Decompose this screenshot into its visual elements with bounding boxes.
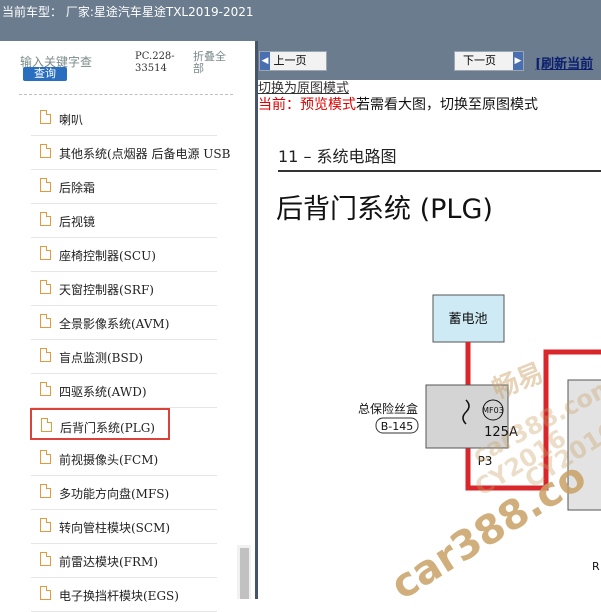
document-icon	[40, 484, 51, 498]
document-icon	[40, 280, 51, 294]
pc-code: PC.228-33514	[135, 51, 175, 74]
fuse-id: MF03	[482, 406, 504, 415]
tree-item[interactable]: 喇叭	[31, 102, 217, 136]
prev-page-label: 上一页	[273, 54, 307, 67]
fusebox-code: B-145	[381, 420, 414, 433]
document-icon	[40, 144, 51, 158]
tree-item[interactable]: 后除霜	[31, 170, 217, 204]
tree-item[interactable]: 全景影像系统(AVM)	[31, 306, 217, 340]
tree-item[interactable]: 天窗控制器(SRF)	[31, 272, 217, 306]
tree-item-label: 全景影像系统(AVM)	[59, 317, 170, 331]
tree-item[interactable]: 前雷达模块(FRM)	[31, 544, 217, 578]
document-icon	[40, 586, 51, 600]
battery-label: 蓄电池	[448, 312, 487, 327]
document-icon	[40, 348, 51, 362]
fusebox-label: 总保险丝盒	[358, 401, 418, 416]
tree-item-label: 天窗控制器(SRF)	[59, 283, 154, 297]
tree-item[interactable]: 转向管柱模块(SCM)	[31, 510, 217, 544]
document-icon	[40, 246, 51, 260]
tree-item-label: 其他系统(点烟器 后备电源 USB	[59, 147, 231, 161]
next-page-label: 下一页	[463, 54, 496, 67]
tree-item-label: 喇叭	[59, 113, 84, 127]
prev-page-button[interactable]: ◀ 上一页	[259, 51, 327, 71]
sidebar-scroll-thumb[interactable]	[240, 548, 249, 599]
tree-item-label: 转向管柱模块(SCM)	[59, 521, 171, 535]
tree-item[interactable]: 前视摄像头(FCM)	[31, 442, 217, 476]
tree-item-label: 电子换挡杆模块(EGS)	[59, 589, 179, 603]
tree-item-label: 后除霜	[59, 181, 96, 195]
refresh-link[interactable]: [刷新当前	[535, 53, 593, 72]
document-icon	[40, 178, 51, 192]
tree-item-label: 盲点监测(BSD)	[59, 351, 144, 365]
collapse-all-button[interactable]: 折叠全部	[193, 51, 233, 75]
document-icon	[40, 552, 51, 566]
arrow-right-icon: ▶	[513, 52, 523, 70]
tree-item[interactable]: 多功能方向盘(MFS)	[31, 476, 217, 510]
tree-item-label: 后视镜	[59, 215, 96, 229]
circuit-diagram: 蓄电池 MF03 125A P3 总保险丝盒 B-145 R	[358, 294, 601, 573]
tree-item-label: 多功能方向盘(MFS)	[59, 487, 170, 501]
next-page-button[interactable]: 下一页 ▶	[454, 51, 524, 71]
document-view: 切换为原图模式 当前：预览模式若需看大图，切换至原图模式 11 – 系统电路图 …	[258, 80, 601, 599]
tree-item[interactable]: 电子换挡杆模块(EGS)	[31, 578, 217, 612]
tree-item-label: 四驱系统(AWD)	[59, 385, 147, 399]
document-icon	[40, 450, 51, 464]
tree-item[interactable]: 盲点监测(BSD)	[31, 340, 217, 374]
tree-item-label: 前雷达模块(FRM)	[59, 555, 159, 569]
tree-item[interactable]: 后视镜	[31, 204, 217, 238]
tree-item[interactable]: 座椅控制器(SCU)	[31, 238, 217, 272]
tree-item[interactable]: 其他系统(点烟器 后备电源 USB	[31, 136, 230, 170]
document-icon	[40, 110, 51, 124]
document-icon	[40, 382, 51, 396]
edge-letter: R	[592, 560, 600, 573]
window-titlebar: 当前车型： 厂家:星途汽车星途TXL2019-2021	[0, 0, 601, 41]
tree-item-label: 座椅控制器(SCU)	[59, 249, 156, 263]
document-icon	[40, 212, 51, 226]
window-title: 当前车型： 厂家:星途汽车星途TXL2019-2021	[2, 5, 254, 19]
tree-item-label: 前视摄像头(FCM)	[59, 453, 159, 467]
search-button[interactable]: 查询	[23, 67, 67, 81]
document-icon	[40, 314, 51, 328]
tree-item-label: 后背门系统(PLG)	[60, 421, 155, 435]
tree-item[interactable]: 四驱系统(AWD)	[31, 374, 217, 408]
page-toolbar: ◀ 上一页 下一页 ▶ [刷新当前	[258, 41, 601, 80]
document-icon	[40, 518, 51, 532]
tree-item-selected[interactable]: 后背门系统(PLG)	[30, 408, 170, 440]
sidebar-divider	[19, 94, 233, 95]
document-icon	[41, 418, 52, 432]
arrow-left-icon: ◀	[260, 52, 270, 70]
